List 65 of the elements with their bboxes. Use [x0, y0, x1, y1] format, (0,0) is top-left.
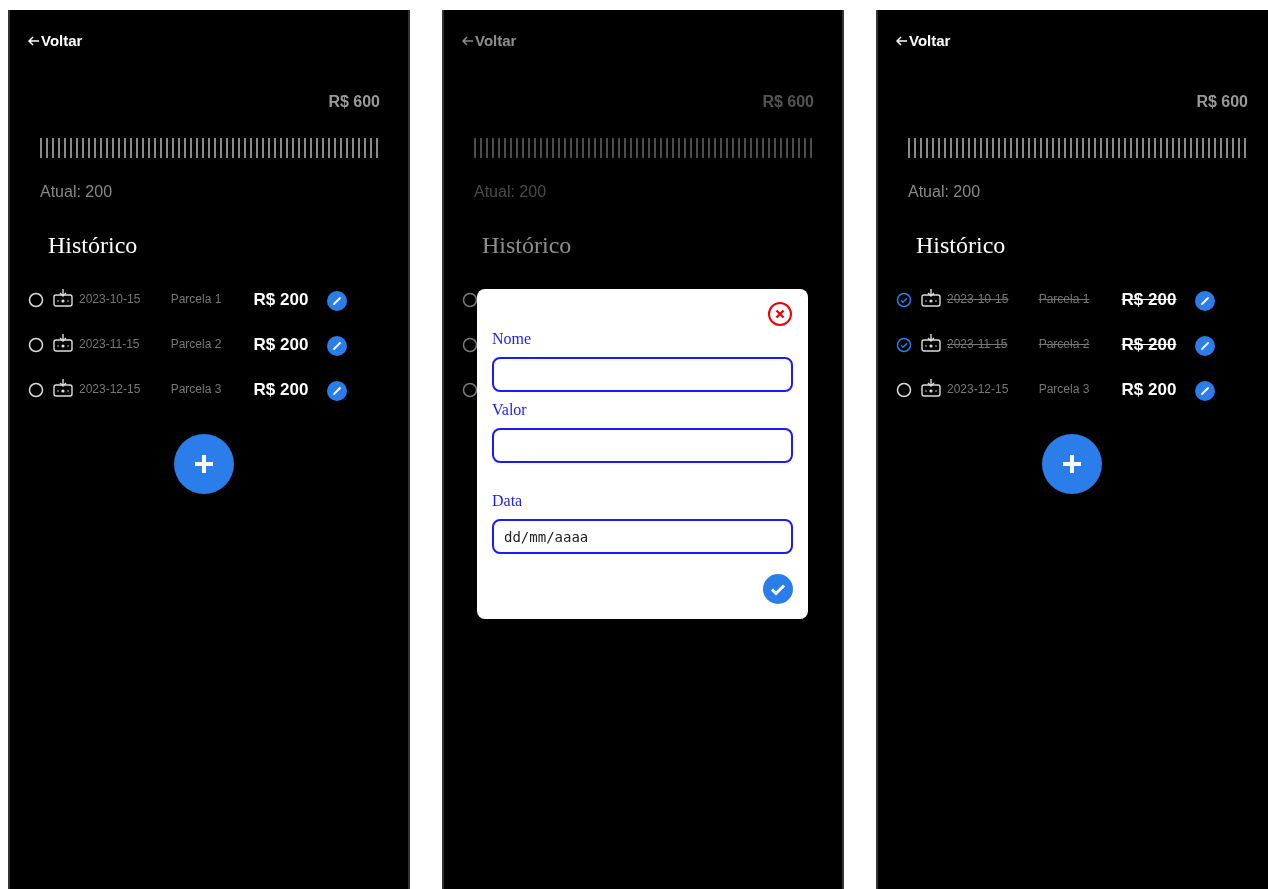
- pencil-icon: [1200, 386, 1210, 397]
- pencil-icon: [332, 296, 342, 307]
- edit-button[interactable]: [1195, 291, 1215, 312]
- payment-label: Parcela 2: [1038, 337, 1090, 352]
- payment-date: 2023-10-15: [79, 292, 141, 307]
- total-amount: R$ 600: [762, 93, 814, 111]
- pencil-icon: [332, 341, 342, 352]
- field-label: Data: [492, 491, 524, 511]
- box-arrow-icon: [53, 334, 73, 353]
- back-link[interactable]: Voltar: [462, 30, 517, 53]
- current-amount: Atual: 200: [474, 183, 547, 201]
- current-amount: Atual: 200: [908, 183, 981, 201]
- payment-amount: R$ 200: [253, 335, 309, 355]
- plus-icon: [193, 453, 215, 476]
- plus-icon: [1061, 453, 1083, 476]
- pencil-icon: [332, 386, 342, 397]
- current-amount: Atual: 200: [40, 183, 113, 201]
- close-icon: [767, 301, 793, 327]
- back-link[interactable]: Voltar: [896, 30, 951, 53]
- check-icon: [763, 574, 793, 604]
- payment-date: 2023-11-15: [947, 337, 1008, 352]
- payment-date: 2023-10-15: [947, 292, 1009, 307]
- total-amount: R$ 600: [328, 93, 380, 111]
- box-arrow-icon: [53, 289, 73, 308]
- arrow-left-icon: [28, 35, 40, 48]
- payment-label: Parcela 1: [170, 292, 222, 307]
- payment-date: 2023-11-15: [79, 337, 140, 352]
- checkbox[interactable]: [896, 292, 912, 309]
- edit-button[interactable]: [1195, 336, 1215, 357]
- total-amount: R$ 600: [1196, 93, 1248, 111]
- box-arrow-icon: [53, 379, 73, 398]
- input-field[interactable]: dd/mm/aaaa: [492, 519, 793, 554]
- payment-date: 2023-12-15: [947, 382, 1009, 397]
- checkbox[interactable]: [896, 337, 912, 354]
- arrow-left-icon: [896, 35, 908, 48]
- payment-label: Parcela 3: [1038, 382, 1090, 397]
- input-field[interactable]: [492, 357, 793, 392]
- box-arrow-icon: [921, 379, 941, 398]
- edit-button[interactable]: [327, 381, 347, 402]
- payment-amount: R$ 200: [253, 380, 309, 400]
- payment-amount: R$ 200: [1121, 335, 1177, 355]
- input-field[interactable]: [492, 428, 793, 463]
- pencil-icon: [1200, 296, 1210, 307]
- close-button[interactable]: [767, 301, 793, 327]
- back-link[interactable]: Voltar: [28, 30, 83, 53]
- payment-label: Parcela 3: [170, 382, 222, 397]
- payment-amount: R$ 200: [1121, 380, 1177, 400]
- edit-button[interactable]: [327, 336, 347, 357]
- payment-label: Parcela 2: [170, 337, 222, 352]
- field-label: Nome: [492, 329, 533, 349]
- arrow-left-icon: [462, 35, 474, 48]
- edit-button[interactable]: [1195, 381, 1215, 402]
- edit-button[interactable]: [327, 291, 347, 312]
- history-title: Histórico: [482, 232, 572, 259]
- payment-amount: R$ 200: [253, 290, 309, 310]
- history-title: Histórico: [48, 232, 138, 259]
- pencil-icon: [1200, 341, 1210, 352]
- history-title: Histórico: [916, 232, 1006, 259]
- field-label: Valor: [492, 400, 528, 420]
- box-arrow-icon: [921, 334, 941, 353]
- confirm-button[interactable]: [763, 574, 793, 604]
- payment-label: Parcela 1: [1038, 292, 1090, 307]
- payment-amount: R$ 200: [1121, 290, 1177, 310]
- box-arrow-icon: [921, 289, 941, 308]
- payment-date: 2023-12-15: [79, 382, 141, 397]
